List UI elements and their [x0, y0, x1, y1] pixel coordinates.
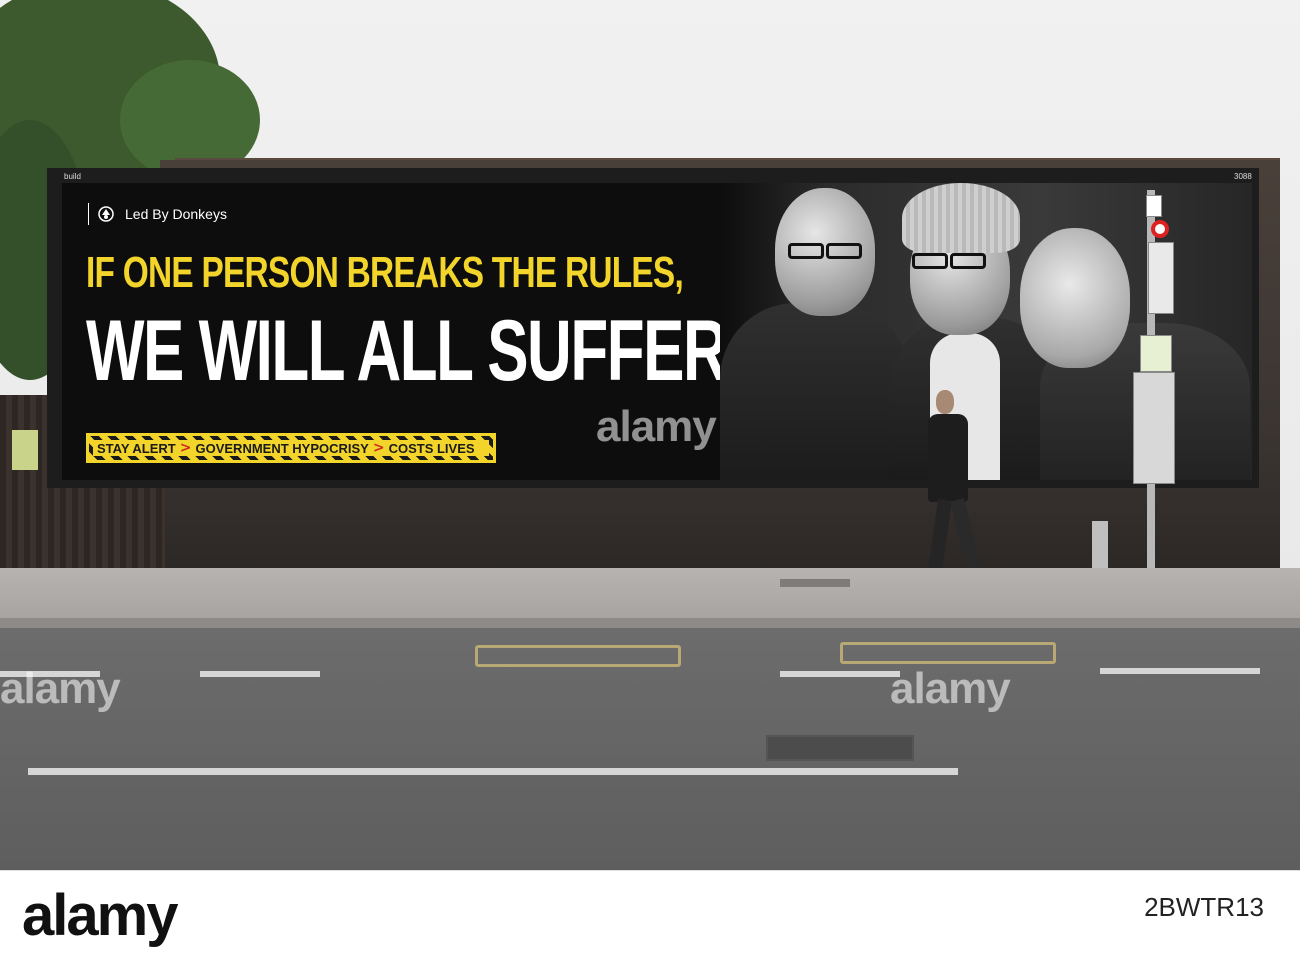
- lane-line: [200, 671, 320, 677]
- tape-inner: STAY ALERT > GOVERNMENT HYPOCRISY > COST…: [93, 440, 489, 456]
- tape-item: STAY ALERT: [97, 440, 176, 456]
- tape-item: COSTS LIVES: [388, 440, 475, 456]
- headline-line-2: WE WILL ALL SUFFER: [86, 303, 728, 399]
- pedestrian-body: [928, 414, 968, 502]
- watermark: alamy: [890, 664, 1011, 713]
- panel-number: 3088: [1234, 172, 1252, 181]
- brand: Led By Donkeys: [88, 203, 227, 225]
- image-id: 2BWTR13: [1144, 892, 1264, 922]
- figure-head: [1020, 228, 1130, 368]
- road-marking: [475, 645, 681, 667]
- bin: [1092, 521, 1108, 571]
- chevron-icon: >: [372, 440, 385, 456]
- glasses: [788, 243, 824, 259]
- pedestrian-head: [936, 390, 954, 414]
- watermark: alamy: [0, 664, 121, 713]
- glasses: [826, 243, 862, 259]
- brand-name: Led By Donkeys: [125, 206, 227, 222]
- manhole-cover: [766, 735, 914, 761]
- sidewalk: [0, 568, 1300, 620]
- photo-scene: build 3088 Led By Donkeys IF ONE PERSON …: [0, 0, 1300, 870]
- headline-line-1: IF ONE PERSON BREAKS THE RULES,: [86, 248, 684, 297]
- operator-label: build: [64, 172, 81, 181]
- road-marking: [840, 642, 1056, 664]
- bus-stop-sign: [1146, 195, 1162, 217]
- watermark: alamy: [596, 402, 717, 451]
- footer-logo: alamy: [22, 883, 178, 948]
- notice-panel: [1140, 335, 1172, 372]
- beanie: [902, 183, 1020, 253]
- stock-footer: [0, 870, 1300, 957]
- drain-cover: [780, 579, 850, 587]
- timetable-panel: [1148, 242, 1174, 314]
- bus-roundel-icon: [1151, 220, 1169, 238]
- lane-line: [28, 768, 958, 775]
- donkey-crest-icon: [88, 203, 114, 225]
- kerb: [0, 618, 1300, 628]
- figure-body: [720, 303, 910, 480]
- lane-line: [780, 671, 900, 677]
- bus-flag-frame: [1133, 372, 1175, 484]
- lane-line: [1100, 668, 1260, 674]
- warning-tape: STAY ALERT > GOVERNMENT HYPOCRISY > COST…: [86, 433, 496, 463]
- poster-small: [12, 430, 38, 470]
- chevron-icon: >: [179, 440, 192, 456]
- tape-item: GOVERNMENT HYPOCRISY: [195, 440, 369, 456]
- glasses: [950, 253, 986, 269]
- glasses: [912, 253, 948, 269]
